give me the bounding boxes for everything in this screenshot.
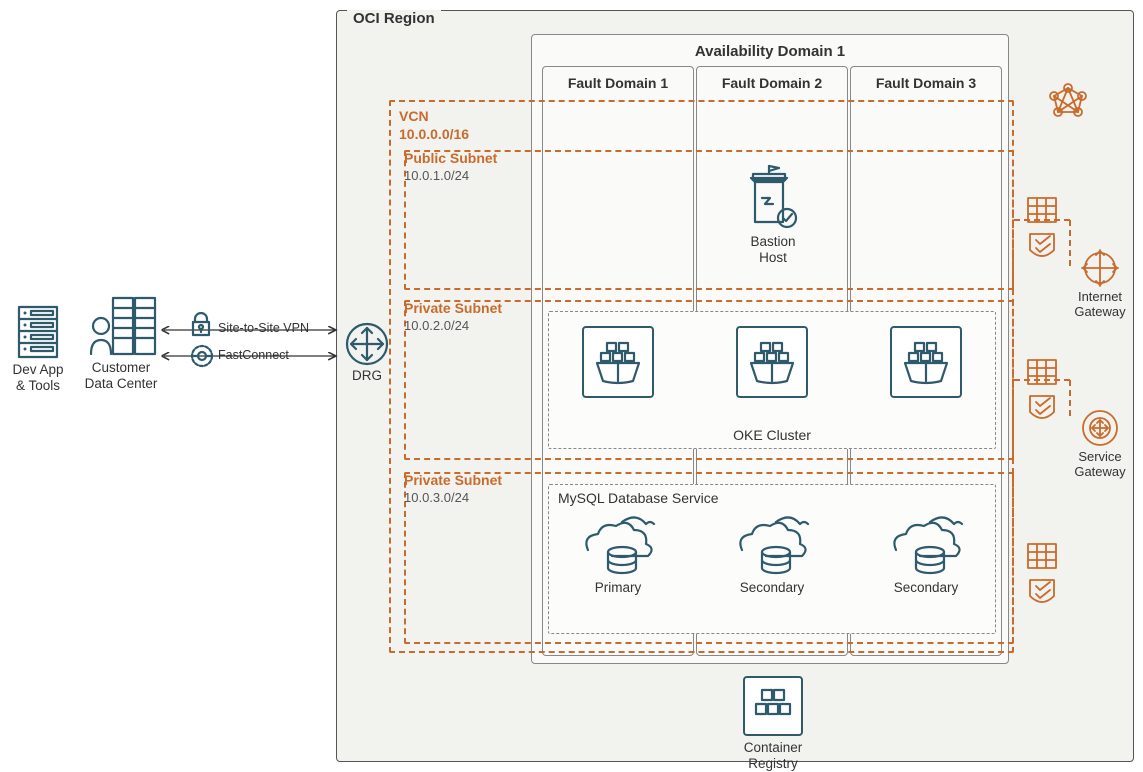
mysql-node-icon bbox=[886, 514, 966, 578]
server-rack-icon bbox=[10, 304, 66, 360]
drg-icon bbox=[345, 322, 389, 366]
container-registry-icon bbox=[743, 676, 803, 736]
public-subnet-cidr: 10.0.1.0/24 bbox=[404, 168, 497, 184]
mysql-title: MySQL Database Service bbox=[558, 490, 719, 506]
mysql-node-3-label: Secondary bbox=[876, 580, 976, 596]
private-subnet-2-cidr: 10.0.3.0/24 bbox=[404, 490, 502, 506]
oke-cluster-title: OKE Cluster bbox=[548, 427, 996, 443]
lock-icon bbox=[190, 312, 212, 338]
customer-data-center-label: Customer Data Center bbox=[78, 360, 164, 391]
service-gateway-label: Service Gateway bbox=[1072, 450, 1128, 480]
data-center-icon bbox=[83, 296, 159, 358]
fault-domain-1-title: Fault Domain 1 bbox=[543, 67, 693, 97]
internet-gateway-label: Internet Gateway bbox=[1072, 290, 1128, 320]
service-gateway-icon bbox=[1080, 408, 1120, 448]
gateway-connectors bbox=[1014, 100, 1074, 450]
private-subnet-2-name: Private Subnet bbox=[404, 472, 502, 490]
mysql-node-2-label: Secondary bbox=[722, 580, 822, 596]
fastconnect-icon bbox=[190, 344, 214, 368]
drg-label: DRG bbox=[342, 368, 392, 384]
mysql-node-1-label: Primary bbox=[568, 580, 668, 596]
oke-node-icon bbox=[890, 326, 962, 398]
oke-node-icon bbox=[736, 326, 808, 398]
oke-node-icon bbox=[582, 326, 654, 398]
region-title: OCI Region bbox=[347, 10, 441, 27]
dev-app-label: Dev App & Tools bbox=[6, 362, 70, 393]
fault-domain-3-title: Fault Domain 3 bbox=[851, 67, 1001, 97]
availability-domain-title: Availability Domain 1 bbox=[532, 35, 1008, 64]
bastion-host-icon bbox=[743, 164, 803, 232]
fault-domain-2-title: Fault Domain 2 bbox=[697, 67, 847, 97]
private-subnet-1-name: Private Subnet bbox=[404, 300, 502, 318]
private-subnet-1-cidr: 10.0.2.0/24 bbox=[404, 318, 502, 334]
vpn-label: Site-to-Site VPN bbox=[218, 321, 309, 335]
route-security-icon bbox=[1022, 542, 1062, 614]
mysql-node-icon bbox=[578, 514, 658, 578]
public-subnet-name: Public Subnet bbox=[404, 150, 497, 168]
container-registry-label: Container Registry bbox=[738, 740, 808, 771]
mysql-node-icon bbox=[732, 514, 812, 578]
fastconnect-label: FastConnect bbox=[218, 348, 289, 362]
vcn-cidr: 10.0.0.0/16 bbox=[399, 126, 469, 142]
vcn-label: VCN bbox=[399, 108, 429, 124]
internet-gateway-icon bbox=[1080, 248, 1120, 288]
bastion-host-label: Bastion Host bbox=[738, 234, 808, 265]
